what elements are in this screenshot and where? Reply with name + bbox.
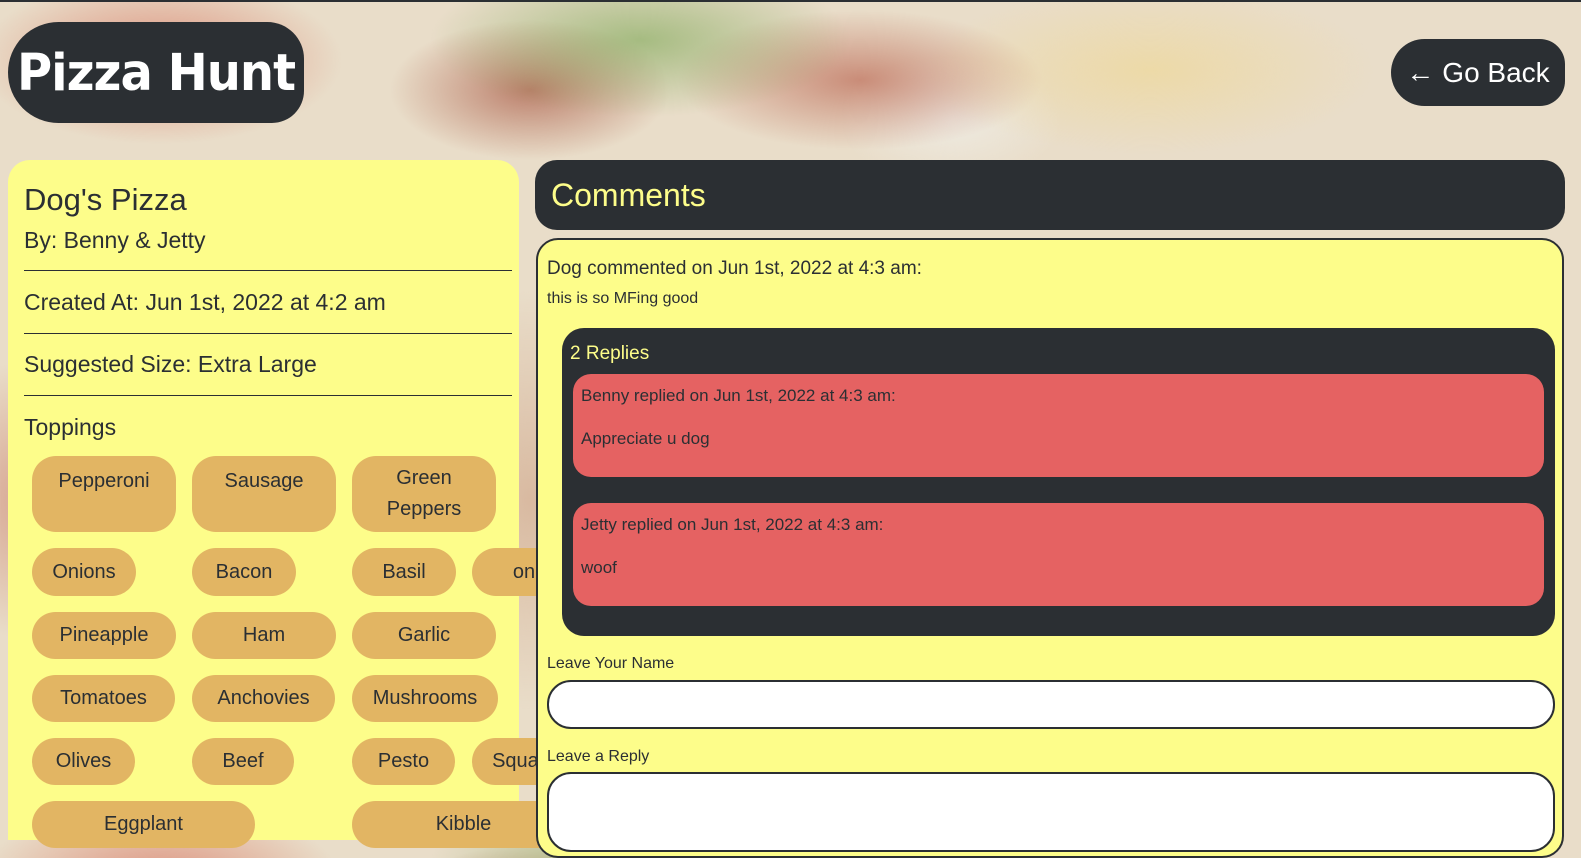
comments-title: Comments <box>551 176 706 213</box>
reply-header: Benny replied on Jun 1st, 2022 at 4:3 am… <box>581 386 896 405</box>
pizza-name: Dog's Pizza <box>24 182 187 217</box>
topping-chip: Onions <box>32 548 136 596</box>
top-border <box>0 0 1581 2</box>
topping-chip: Olives <box>32 738 135 785</box>
created-at: Created At: Jun 1st, 2022 at 4:2 am <box>24 289 386 315</box>
name-input[interactable] <box>547 680 1555 729</box>
topping-chip: Pepperoni <box>32 456 176 532</box>
replies-container: 2 Replies Benny replied on Jun 1st, 2022… <box>562 328 1555 636</box>
topping-chip: Tomatoes <box>32 675 175 722</box>
topping-chip: Ham <box>192 612 336 659</box>
topping-chip: Sausage <box>192 456 336 532</box>
reply-card: Benny replied on Jun 1st, 2022 at 4:3 am… <box>573 374 1544 477</box>
reply-textarea[interactable] <box>547 772 1555 852</box>
arrow-left-icon: ← <box>1406 56 1435 88</box>
topping-chip: Basil <box>352 548 456 596</box>
logo-text: Pizza Hunt <box>16 43 296 102</box>
reply-text: woof <box>581 558 617 577</box>
topping-chip: Garlic <box>352 612 496 659</box>
topping-chip: Pineapple <box>32 612 176 659</box>
topping-chip: Beef <box>192 738 294 785</box>
go-back-label: Go Back <box>1442 56 1550 88</box>
pizza-details-panel: Dog's Pizza By: Benny & Jetty Created At… <box>8 160 580 848</box>
app-logo[interactable]: Pizza Hunt <box>8 22 304 123</box>
pizza-author: By: Benny & Jetty <box>24 227 206 253</box>
comment-text: this is so MFing good <box>547 290 699 307</box>
toppings-list: Pepperoni Sausage Green Peppers Onions B… <box>32 456 580 848</box>
topping-chip: Bacon <box>192 548 296 596</box>
replies-count: 2 Replies <box>570 343 650 364</box>
go-back-button[interactable]: ← Go Back <box>1391 39 1565 106</box>
reply-field-label: Leave a Reply <box>547 748 650 765</box>
reply-text: Appreciate u dog <box>581 429 710 448</box>
reply-header: Jetty replied on Jun 1st, 2022 at 4:3 am… <box>581 515 884 534</box>
suggested-size: Suggested Size: Extra Large <box>24 351 317 377</box>
comment-card: Dog commented on Jun 1st, 2022 at 4:3 am… <box>536 238 1564 858</box>
divider <box>24 270 512 271</box>
comments-header: Comments <box>535 160 1565 230</box>
topping-chip: Anchovies <box>192 675 335 722</box>
topping-chip: Pesto <box>352 738 455 785</box>
comment-header: Dog commented on Jun 1st, 2022 at 4:3 am… <box>547 258 922 279</box>
toppings-title: Toppings <box>24 414 117 440</box>
reply-card: Jetty replied on Jun 1st, 2022 at 4:3 am… <box>573 503 1544 606</box>
divider <box>24 333 512 334</box>
name-field-label: Leave Your Name <box>547 655 675 672</box>
topping-chip: Green Peppers <box>352 456 496 532</box>
topping-chip: Mushrooms <box>352 675 498 722</box>
divider <box>24 395 512 396</box>
